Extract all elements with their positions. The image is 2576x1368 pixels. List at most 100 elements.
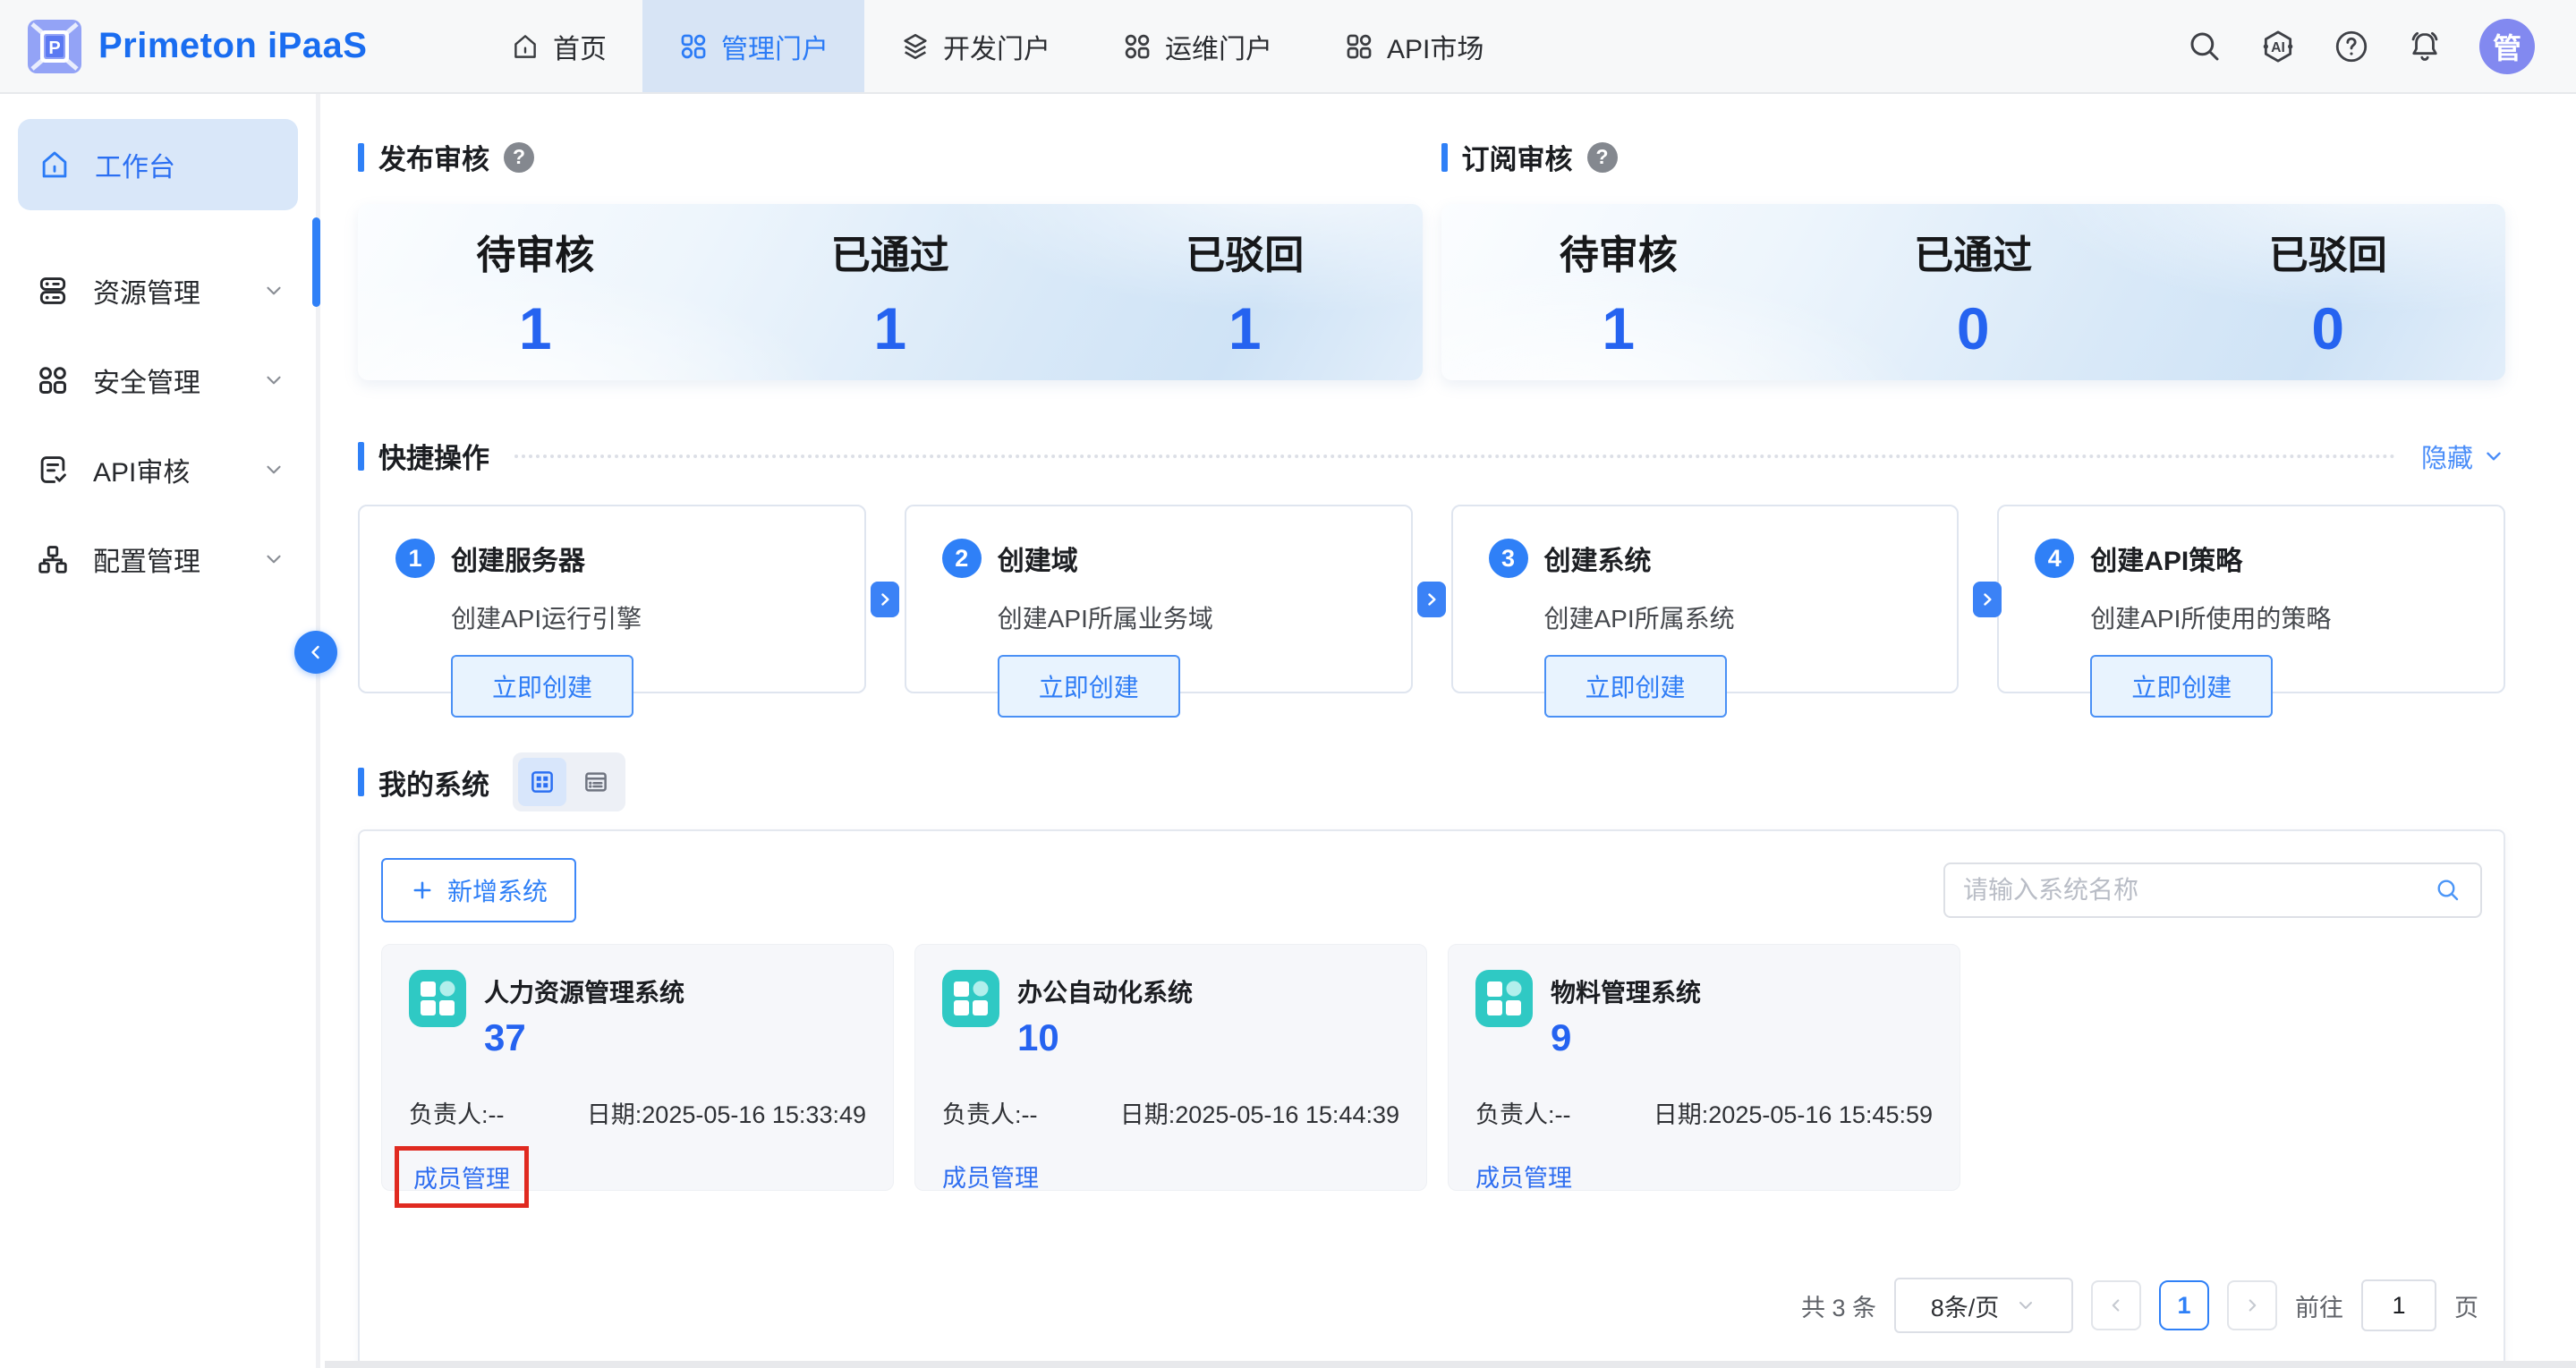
nav-item-label: 运维门户 bbox=[1165, 27, 1272, 66]
grid-view-button[interactable] bbox=[518, 758, 566, 806]
top-nav: 首页 管理门户 开发门户 运维门户 bbox=[474, 0, 1519, 92]
sidebar-item-resources[interactable]: 资源管理 bbox=[0, 246, 316, 336]
system-name: 办公自动化系统 bbox=[1017, 970, 1193, 1009]
publish-review-help-icon[interactable]: ? bbox=[504, 142, 534, 173]
chevron-down-icon bbox=[262, 548, 285, 571]
hide-label: 隐藏 bbox=[2421, 438, 2473, 475]
stat-value: 1 bbox=[713, 294, 1068, 362]
stat-label: 已通过 bbox=[1796, 223, 2151, 280]
list-view-button[interactable] bbox=[572, 758, 620, 806]
section-title: 我的系统 bbox=[378, 762, 489, 803]
page-size-select[interactable]: 8条/页 bbox=[1894, 1278, 2073, 1333]
add-system-button[interactable]: 新增系统 bbox=[381, 858, 576, 922]
list-view-icon bbox=[582, 769, 609, 795]
chevron-down-icon bbox=[2482, 445, 2505, 468]
home-icon bbox=[510, 31, 540, 62]
step-number: 3 bbox=[1489, 539, 1528, 578]
page-number-button[interactable]: 1 bbox=[2159, 1280, 2209, 1330]
page-size-value: 8条/页 bbox=[1931, 1288, 2000, 1323]
section-marker bbox=[358, 143, 364, 172]
sidebar-item-config[interactable]: 配置管理 bbox=[0, 514, 316, 604]
sidebar-item-label: 安全管理 bbox=[93, 361, 200, 400]
member-management-link[interactable]: 成员管理 bbox=[1475, 1159, 1572, 1194]
system-owner: 负责人:-- bbox=[1475, 1095, 1570, 1130]
hide-quick-ops-link[interactable]: 隐藏 bbox=[2421, 438, 2505, 475]
chevron-right-icon bbox=[1978, 591, 1996, 608]
system-card-material[interactable]: 物料管理系统 9 负责人:-- 日期:2025-05-16 15:45:59 成… bbox=[1448, 944, 1960, 1191]
next-page-button[interactable] bbox=[2227, 1280, 2277, 1330]
section-title: 发布审核 bbox=[378, 137, 489, 177]
chevron-left-icon bbox=[305, 642, 327, 663]
system-card-oa[interactable]: 办公自动化系统 10 负责人:-- 日期:2025-05-16 15:44:39… bbox=[914, 944, 1427, 1191]
sidebar-item-workbench[interactable]: 工作台 bbox=[18, 119, 298, 210]
page-suffix: 页 bbox=[2454, 1288, 2478, 1323]
sidebar-item-label: 资源管理 bbox=[93, 271, 200, 310]
sidebar-item-security[interactable]: 安全管理 bbox=[0, 336, 316, 425]
help-icon[interactable] bbox=[2333, 28, 2370, 65]
quick-ops-header: 快捷操作 隐藏 bbox=[358, 436, 2505, 476]
main-content: 发布审核 ? 待审核 1 已通过 1 已驳回 1 bbox=[325, 94, 2576, 1368]
system-search-input[interactable] bbox=[1963, 876, 2434, 905]
quick-op-title: 创建API策略 bbox=[2090, 539, 2242, 578]
step-arrow-icon bbox=[1417, 582, 1446, 617]
system-date: 日期:2025-05-16 15:45:59 bbox=[1654, 1095, 1933, 1130]
system-cards-row: 人力资源管理系统 37 负责人:-- 日期:2025-05-16 15:33:4… bbox=[381, 944, 2482, 1191]
stat-value: 0 bbox=[2151, 294, 2506, 362]
system-card-hr[interactable]: 人力资源管理系统 37 负责人:-- 日期:2025-05-16 15:33:4… bbox=[381, 944, 894, 1191]
chevron-down-icon bbox=[2015, 1295, 2036, 1316]
search-icon[interactable] bbox=[2186, 28, 2223, 65]
search-icon[interactable] bbox=[2434, 876, 2462, 905]
nav-item-ops-portal[interactable]: 运维门户 bbox=[1086, 0, 1308, 92]
create-now-button[interactable]: 立即创建 bbox=[451, 655, 633, 718]
section-marker bbox=[358, 768, 364, 796]
nav-item-admin-portal[interactable]: 管理门户 bbox=[642, 0, 864, 92]
nav-item-api-market[interactable]: API市场 bbox=[1308, 0, 1519, 92]
brand-name: Primeton iPaaS bbox=[98, 26, 367, 66]
nav-item-home[interactable]: 首页 bbox=[474, 0, 642, 92]
chevron-right-icon bbox=[876, 591, 894, 608]
nav-item-dev-portal[interactable]: 开发门户 bbox=[864, 0, 1086, 92]
api-market-icon bbox=[1344, 31, 1374, 62]
prev-page-button[interactable] bbox=[2091, 1280, 2141, 1330]
create-now-button[interactable]: 立即创建 bbox=[1544, 655, 1727, 718]
quick-op-card-create-system: 3 创建系统 创建API所属系统 立即创建 bbox=[1451, 505, 1960, 693]
pagination: 共 3 条 8条/页 1 前往 页 bbox=[1801, 1278, 2478, 1333]
bottom-edge bbox=[325, 1361, 2576, 1368]
quick-op-desc: 创建API所使用的策略 bbox=[2090, 599, 2504, 635]
system-api-count: 10 bbox=[1017, 1016, 1193, 1059]
layers-icon bbox=[900, 31, 931, 62]
create-now-button[interactable]: 立即创建 bbox=[2090, 655, 2273, 718]
goto-page-input[interactable] bbox=[2361, 1279, 2436, 1331]
system-search-box bbox=[1943, 862, 2482, 918]
notification-bell-icon[interactable] bbox=[2406, 28, 2444, 65]
chevron-down-icon bbox=[262, 458, 285, 481]
system-api-count: 9 bbox=[1551, 1016, 1701, 1059]
nav-item-label: 管理门户 bbox=[721, 27, 829, 66]
subscribe-review-section: 订阅审核 ? 待审核 1 已通过 0 已驳回 0 bbox=[1441, 137, 2506, 380]
chevron-left-icon bbox=[2106, 1296, 2126, 1315]
resources-server-icon bbox=[36, 274, 70, 308]
user-avatar[interactable]: 管 bbox=[2479, 19, 2535, 74]
step-arrow-icon bbox=[1973, 582, 2002, 617]
goto-label: 前往 bbox=[2295, 1288, 2343, 1323]
member-management-link[interactable]: 成员管理 bbox=[413, 1160, 510, 1194]
system-owner: 负责人:-- bbox=[409, 1095, 504, 1130]
my-systems-panel: 新增系统 bbox=[358, 829, 2505, 1367]
sidebar-collapse-button[interactable] bbox=[294, 631, 337, 674]
quick-op-title: 创建服务器 bbox=[451, 539, 585, 578]
ai-assistant-icon[interactable]: AI bbox=[2259, 28, 2297, 65]
sidebar-item-api-review[interactable]: API审核 bbox=[0, 425, 316, 514]
stat-value: 1 bbox=[358, 294, 713, 362]
sidebar-item-label: 配置管理 bbox=[93, 540, 200, 579]
section-marker bbox=[358, 442, 364, 471]
subscribe-review-stats-card: 待审核 1 已通过 0 已驳回 0 bbox=[1441, 204, 2506, 380]
subscribe-review-help-icon[interactable]: ? bbox=[1587, 142, 1618, 173]
top-actions: AI 管 bbox=[2186, 0, 2576, 92]
create-now-button[interactable]: 立即创建 bbox=[998, 655, 1180, 718]
sidebar-item-label: API审核 bbox=[93, 450, 190, 489]
api-review-doc-icon bbox=[36, 453, 70, 487]
quick-op-desc: 创建API运行引擎 bbox=[451, 599, 864, 635]
brand: P Primeton iPaaS bbox=[0, 0, 376, 92]
stat-value: 0 bbox=[1796, 294, 2151, 362]
member-management-link[interactable]: 成员管理 bbox=[942, 1159, 1039, 1194]
